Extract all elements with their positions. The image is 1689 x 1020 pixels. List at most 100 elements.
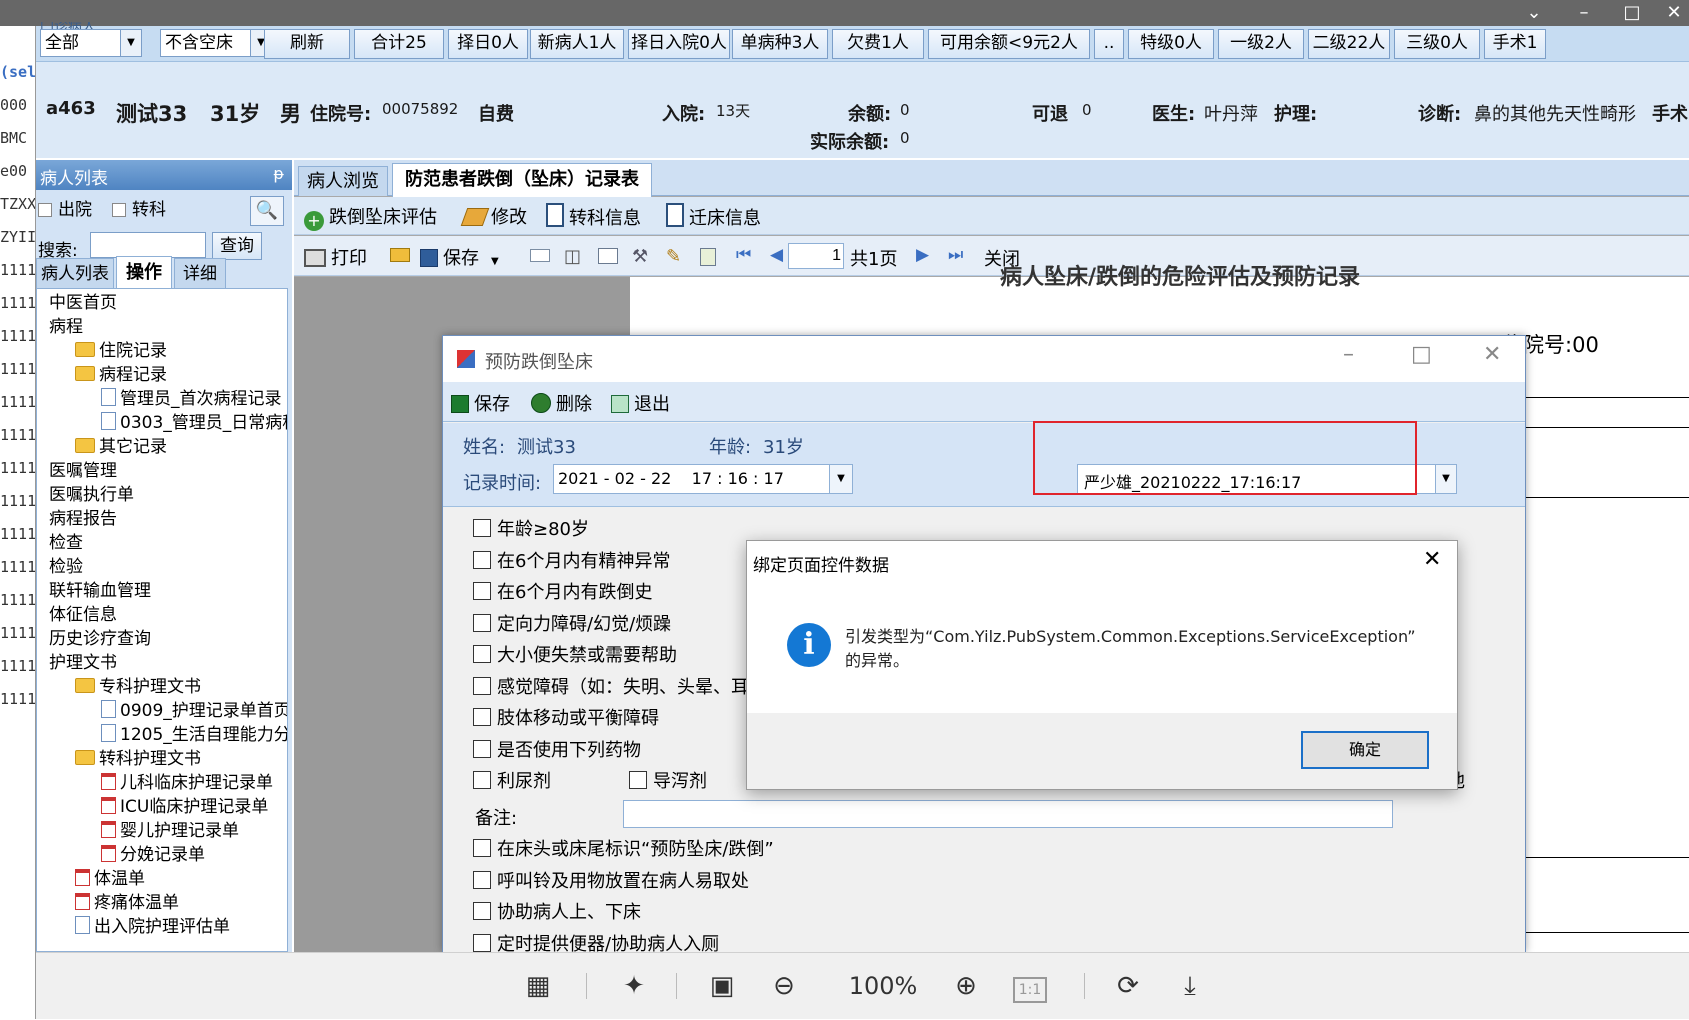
search-input[interactable] [90, 232, 206, 258]
assessment-checkbox[interactable]: 是否使用下列药物 [473, 739, 641, 763]
tree-node[interactable]: 中医首页 [49, 291, 117, 315]
checkbox-box[interactable] [473, 870, 491, 889]
assessment-checkbox[interactable]: 呼叫铃及用物放置在病人易取处 [473, 870, 749, 894]
fit-page-icon[interactable]: ▣ [700, 953, 744, 1020]
tab-detail[interactable]: 详细 [174, 258, 226, 288]
dialog-exit-button[interactable]: 退出 [611, 390, 670, 416]
checkbox-box[interactable] [473, 645, 491, 663]
assessment-checkbox[interactable]: 协助病人上、下床 [473, 901, 641, 925]
tree-node[interactable]: 疼痛体温单 [75, 891, 179, 915]
tree-node[interactable]: 体征信息 [49, 603, 117, 627]
close-icon[interactable]: ✕ [1654, 0, 1689, 26]
page-number-input[interactable] [788, 243, 844, 269]
last-page-icon[interactable]: ⏭ [948, 245, 963, 265]
transfer-info-button[interactable]: 转科信息 [546, 203, 641, 230]
checkbox-box[interactable] [112, 203, 126, 217]
assessment-checkbox[interactable]: 感觉障碍（如：失明、头晕、耳 [473, 676, 749, 700]
email-icon[interactable] [530, 249, 550, 262]
filter-button[interactable]: 手术1 [1484, 29, 1546, 59]
checkbox-box[interactable] [38, 203, 52, 217]
tree-node[interactable]: 病程 [49, 315, 83, 339]
tree-node[interactable]: 儿科临床护理记录单 [101, 771, 273, 795]
download-icon[interactable]: ⤓ [1168, 953, 1212, 1020]
filter-button[interactable]: 三级0人 [1394, 29, 1480, 59]
close-icon[interactable]: ✕ [1483, 342, 1501, 367]
tree-node[interactable]: 其它记录 [75, 435, 167, 459]
zoom-level[interactable]: 100% [838, 953, 928, 1020]
chevron-down-icon[interactable]: ▼ [491, 256, 499, 267]
checkbox-box[interactable] [473, 933, 491, 952]
layout-icon[interactable] [598, 248, 618, 264]
scope-combo[interactable]: 全部 ▼ [40, 29, 142, 57]
modify-button[interactable]: 修改 [460, 203, 527, 229]
tree-node[interactable]: 医嘱管理 [49, 459, 117, 483]
tree-node[interactable]: 出入院护理评估单 [75, 915, 230, 939]
tree-node[interactable]: 0303_管理员_日常病程 [101, 411, 287, 435]
open-folder-icon[interactable] [390, 248, 410, 262]
chevron-down-icon[interactable]: ⌄ [1514, 0, 1554, 26]
print-button[interactable]: 打印 [304, 244, 367, 270]
assessment-checkbox[interactable]: 肢体移动或平衡障碍 [473, 707, 659, 731]
dialog-delete-button[interactable]: 删除 [531, 390, 592, 416]
minimize-icon[interactable]: – [1343, 342, 1354, 367]
tab-operation[interactable]: 操作 [116, 256, 172, 288]
tab-patient-list[interactable]: 病人列表 [36, 258, 114, 288]
tree-node[interactable]: 检查 [49, 531, 83, 555]
chevron-down-icon[interactable]: ▼ [120, 30, 141, 56]
tree-node[interactable]: 检验 [49, 555, 83, 579]
tree-node[interactable]: 医嘱执行单 [49, 483, 134, 507]
first-page-icon[interactable]: ⏮ [736, 245, 751, 265]
assessment-checkbox[interactable]: 年龄≥80岁 [473, 518, 589, 542]
tree-node[interactable]: 0909_护理记录单首页 [101, 699, 287, 723]
minimize-icon[interactable]: – [1564, 0, 1604, 26]
next-page-icon[interactable]: ▶ [916, 245, 929, 265]
bed-move-button[interactable]: 迁床信息 [666, 203, 761, 230]
tree-node[interactable]: 护理文书 [49, 651, 117, 675]
prev-page-icon[interactable]: ◀ [770, 245, 783, 265]
filter-button[interactable]: 一级2人 [1218, 29, 1304, 59]
checkbox-box[interactable] [473, 613, 491, 632]
checkbox-box[interactable] [473, 839, 491, 857]
checkbox-box[interactable] [629, 771, 647, 789]
filter-button[interactable]: 可用余额<9元2人 [928, 29, 1090, 59]
pencil-icon[interactable]: ✎ [666, 246, 681, 267]
assessment-checkbox[interactable]: 在6个月内有跌倒史 [473, 581, 652, 605]
bed-combo[interactable]: 不含空床 ▼ [160, 29, 272, 57]
tree-node[interactable]: 病程报告 [49, 507, 117, 531]
close-icon[interactable]: ✕ [1423, 547, 1441, 572]
remark-input[interactable] [623, 800, 1393, 828]
checkbox-box[interactable] [473, 708, 491, 726]
filter-button[interactable]: 单病种3人 [732, 29, 828, 59]
filter-button[interactable]: 特级0人 [1128, 29, 1214, 59]
zoom-in-icon[interactable]: ⊕ [944, 953, 988, 1020]
assessment-checkbox[interactable]: 在6个月内有精神异常 [473, 550, 670, 574]
filter-button[interactable]: 择日入院0人 [628, 29, 730, 59]
transfer-checkbox[interactable]: 转科 [112, 198, 166, 222]
tools-icon[interactable]: ⚒ [632, 246, 648, 267]
checkbox-box[interactable] [473, 676, 491, 695]
query-button[interactable]: 查询 [212, 232, 262, 260]
dialog-save-button[interactable]: 保存 [451, 390, 510, 416]
ok-button[interactable]: 确定 [1301, 731, 1429, 769]
page-setup-icon[interactable] [700, 248, 716, 266]
tree-node[interactable]: 管理员_首次病程记录 [101, 387, 282, 411]
zoom-out-icon[interactable]: ⊖ [762, 953, 806, 1020]
tree-node[interactable]: 联轩输血管理 [49, 579, 151, 603]
tree-node[interactable]: ICU临床护理记录单 [101, 795, 268, 819]
checkbox-box[interactable] [473, 582, 491, 600]
filter-button[interactable]: 刷新 [264, 29, 350, 59]
filter-button[interactable]: 欠费1人 [832, 29, 924, 59]
checkbox-box[interactable] [473, 519, 491, 537]
assessment-checkbox[interactable]: 导泻剂 [629, 770, 707, 794]
filter-button[interactable]: 二级22人 [1308, 29, 1390, 59]
checkbox-box[interactable] [473, 902, 491, 920]
record-time-picker[interactable]: 2021 - 02 - 22 17 : 16 : 17 ▼ [553, 464, 853, 494]
tab-fall-record[interactable]: 防范患者跌倒（坠床）记录表 [392, 163, 652, 197]
tree-node[interactable]: 分娩记录单 [101, 843, 205, 867]
fall-assessment-button[interactable]: + 跌倒坠床评估 [304, 203, 437, 231]
tree-node[interactable]: 住院记录 [75, 339, 167, 363]
tree-node[interactable]: 历史诊疗查询 [49, 627, 151, 651]
layout-icon[interactable]: ▦ [516, 953, 560, 1020]
chevron-down-icon[interactable]: ▼ [1435, 465, 1456, 493]
tree-node[interactable]: 专科护理文书 [75, 675, 201, 699]
